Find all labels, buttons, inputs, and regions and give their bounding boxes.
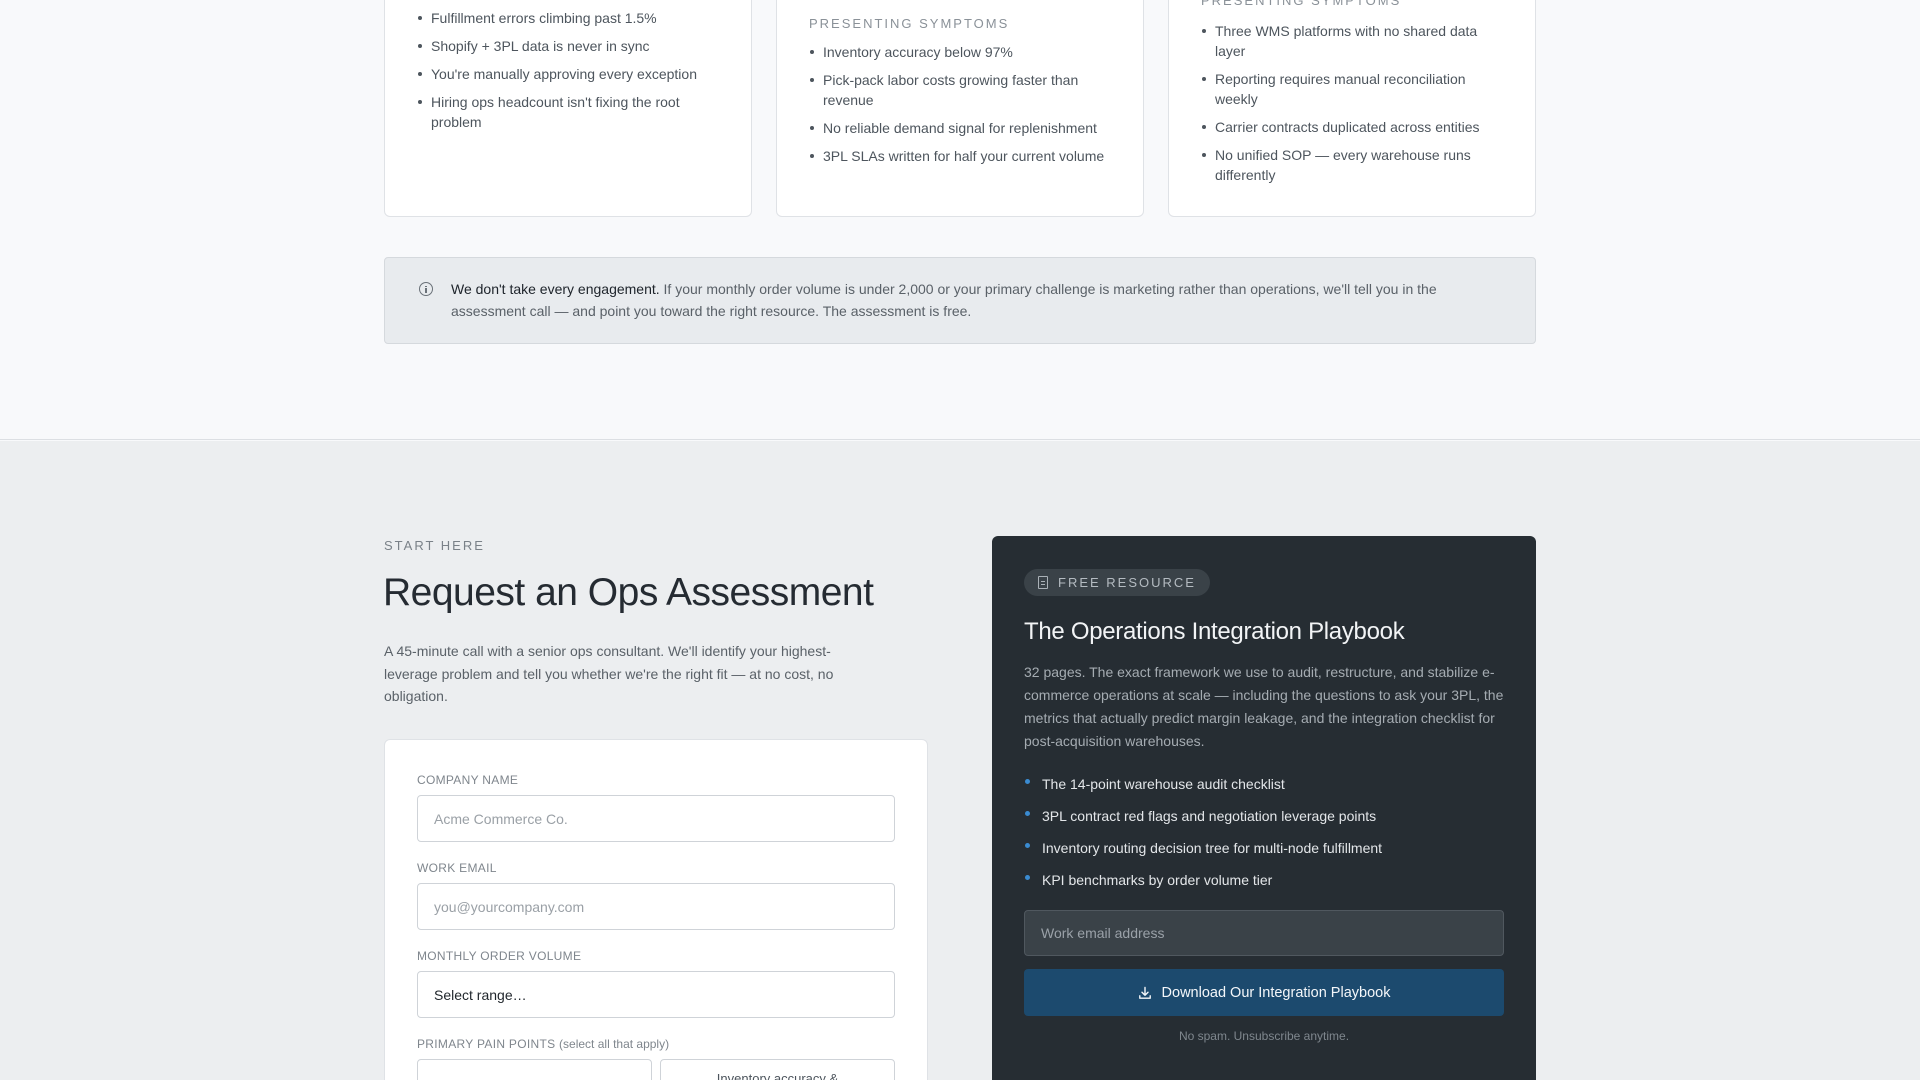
notice-strong: We don't take every engagement. bbox=[451, 281, 660, 297]
list-item: Hiring ops headcount isn't fixing the ro… bbox=[417, 92, 727, 132]
playbook-description: 32 pages. The exact framework we use to … bbox=[1024, 664, 1504, 749]
symptom-card-2: PRESENTING SYMPTOMS Inventory accuracy b… bbox=[776, 0, 1144, 217]
order-volume-label: MONTHLY ORDER VOLUME bbox=[417, 949, 582, 963]
symptom-card-1: Fulfillment errors climbing past 1.5% Sh… bbox=[384, 0, 752, 217]
download-icon bbox=[1138, 986, 1152, 1000]
card-eyebrow: PRESENTING SYMPTOMS bbox=[809, 16, 1010, 31]
order-volume-value: Select range… bbox=[434, 986, 527, 1003]
symptom-list: Three WMS platforms with no shared data … bbox=[1201, 21, 1511, 193]
playbook-contents-list: The 14-point warehouse audit checklist 3… bbox=[1024, 774, 1382, 902]
list-item: Carrier contracts duplicated across enti… bbox=[1201, 117, 1511, 137]
assessment-form: COMPANY NAME WORK EMAIL MONTHLY ORDER VO… bbox=[384, 739, 928, 1080]
symptom-list: Fulfillment errors climbing past 1.5% Sh… bbox=[417, 8, 727, 140]
card-eyebrow: PRESENTING SYMPTOMS bbox=[1201, 0, 1402, 8]
list-item: Inventory routing decision tree for mult… bbox=[1024, 838, 1382, 858]
playbook-title: The Operations Integration Playbook bbox=[1024, 618, 1405, 645]
free-resource-badge: FREE RESOURCE bbox=[1024, 569, 1210, 596]
symptom-list: Inventory accuracy below 97% Pick-pack l… bbox=[809, 42, 1119, 174]
notice-text: We don't take every engagement. If your … bbox=[451, 278, 1481, 322]
list-item: The 14-point warehouse audit checklist bbox=[1024, 774, 1382, 794]
download-playbook-button[interactable]: Download Our Integration Playbook bbox=[1024, 969, 1504, 1016]
order-volume-select[interactable]: Select range… bbox=[417, 971, 895, 1018]
list-item: Reporting requires manual reconciliation… bbox=[1201, 69, 1511, 109]
list-item: No reliable demand signal for replenishm… bbox=[809, 118, 1119, 138]
pain-point-option[interactable] bbox=[417, 1059, 652, 1080]
list-item: Fulfillment errors climbing past 1.5% bbox=[417, 8, 727, 28]
symptom-card-3: PRESENTING SYMPTOMS Three WMS platforms … bbox=[1168, 0, 1536, 217]
assessment-section: START HERE Request an Ops Assessment A 4… bbox=[0, 441, 1920, 1080]
pain-point-option[interactable]: Inventory accuracy & bbox=[660, 1059, 895, 1080]
company-name-input[interactable] bbox=[417, 795, 895, 842]
company-name-label: COMPANY NAME bbox=[417, 773, 519, 787]
badge-label: FREE RESOURCE bbox=[1058, 575, 1196, 590]
pain-points-hint: (select all that apply) bbox=[559, 1037, 670, 1051]
list-item: Pick-pack labor costs growing faster tha… bbox=[809, 70, 1119, 110]
list-item: No unified SOP — every warehouse runs di… bbox=[1201, 145, 1511, 185]
assessment-description: A 45-minute call with a senior ops consu… bbox=[384, 643, 834, 704]
download-button-label: Download Our Integration Playbook bbox=[1161, 984, 1391, 1001]
info-icon bbox=[419, 282, 433, 296]
list-item: KPI benchmarks by order volume tier bbox=[1024, 870, 1382, 890]
list-item: You're manually approving every exceptio… bbox=[417, 64, 727, 84]
work-email-input[interactable] bbox=[417, 883, 895, 930]
pain-points-label-text: PRIMARY PAIN POINTS bbox=[417, 1037, 556, 1051]
pain-points-label: PRIMARY PAIN POINTS (select all that app… bbox=[417, 1037, 669, 1051]
symptoms-section: Fulfillment errors climbing past 1.5% Sh… bbox=[0, 0, 1920, 440]
document-icon bbox=[1038, 576, 1048, 589]
list-item: Inventory accuracy below 97% bbox=[809, 42, 1119, 62]
playbook-email-input[interactable] bbox=[1024, 910, 1504, 956]
engagement-notice: We don't take every engagement. If your … bbox=[384, 257, 1536, 344]
free-resource-panel: FREE RESOURCE The Operations Integration… bbox=[992, 536, 1536, 1080]
list-item: Three WMS platforms with no shared data … bbox=[1201, 21, 1511, 61]
section-eyebrow: START HERE bbox=[384, 538, 485, 553]
list-item: Shopify + 3PL data is never in sync bbox=[417, 36, 727, 56]
list-item: 3PL SLAs written for half your current v… bbox=[809, 146, 1119, 166]
list-item: 3PL contract red flags and negotiation l… bbox=[1024, 806, 1382, 826]
no-spam-note: No spam. Unsubscribe anytime. bbox=[1178, 1029, 1350, 1043]
work-email-label: WORK EMAIL bbox=[417, 861, 497, 875]
page-title: Request an Ops Assessment bbox=[383, 571, 874, 614]
